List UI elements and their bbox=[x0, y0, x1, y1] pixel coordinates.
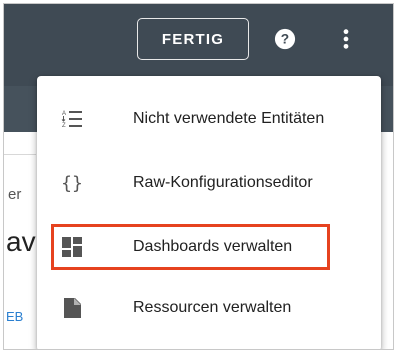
menu-item-label: Raw-Konfigurationseditor bbox=[133, 174, 313, 191]
code-braces-icon: {} bbox=[59, 170, 85, 196]
menu-item-manage-dashboards[interactable]: Dashboards verwalten bbox=[37, 216, 381, 278]
done-button[interactable]: FERTIG bbox=[137, 18, 249, 60]
more-vertical-icon[interactable] bbox=[335, 28, 357, 50]
dashboard-icon bbox=[59, 234, 85, 260]
sort-list-icon: A Z bbox=[59, 106, 85, 132]
svg-text:A: A bbox=[62, 111, 66, 117]
menu-item-raw-config-editor[interactable]: {} Raw-Konfigurationseditor bbox=[37, 152, 381, 214]
help-icon[interactable]: ? bbox=[274, 28, 296, 50]
svg-text:{}: {} bbox=[61, 173, 83, 194]
app-frame: FERTIG ? er av EB A Z Nicht verwendete E… bbox=[3, 3, 394, 350]
top-toolbar: FERTIG ? bbox=[4, 4, 393, 86]
background-title: av bbox=[6, 226, 36, 257]
menu-item-label: Nicht verwendete Entitäten bbox=[133, 110, 325, 127]
menu-item-label: Ressourcen verwalten bbox=[133, 299, 292, 316]
menu-item-label: Dashboards verwalten bbox=[133, 238, 293, 255]
overflow-menu: A Z Nicht verwendete Entitäten {} Raw-Ko… bbox=[37, 76, 381, 349]
background-text: er bbox=[8, 186, 22, 203]
menu-item-unused-entities[interactable]: A Z Nicht verwendete Entitäten bbox=[37, 88, 381, 150]
file-document-icon bbox=[59, 295, 85, 321]
svg-text:Z: Z bbox=[62, 123, 66, 129]
menu-item-manage-resources[interactable]: Ressourcen verwalten bbox=[37, 277, 381, 339]
background-link: EB bbox=[6, 309, 24, 324]
svg-text:?: ? bbox=[281, 32, 289, 47]
